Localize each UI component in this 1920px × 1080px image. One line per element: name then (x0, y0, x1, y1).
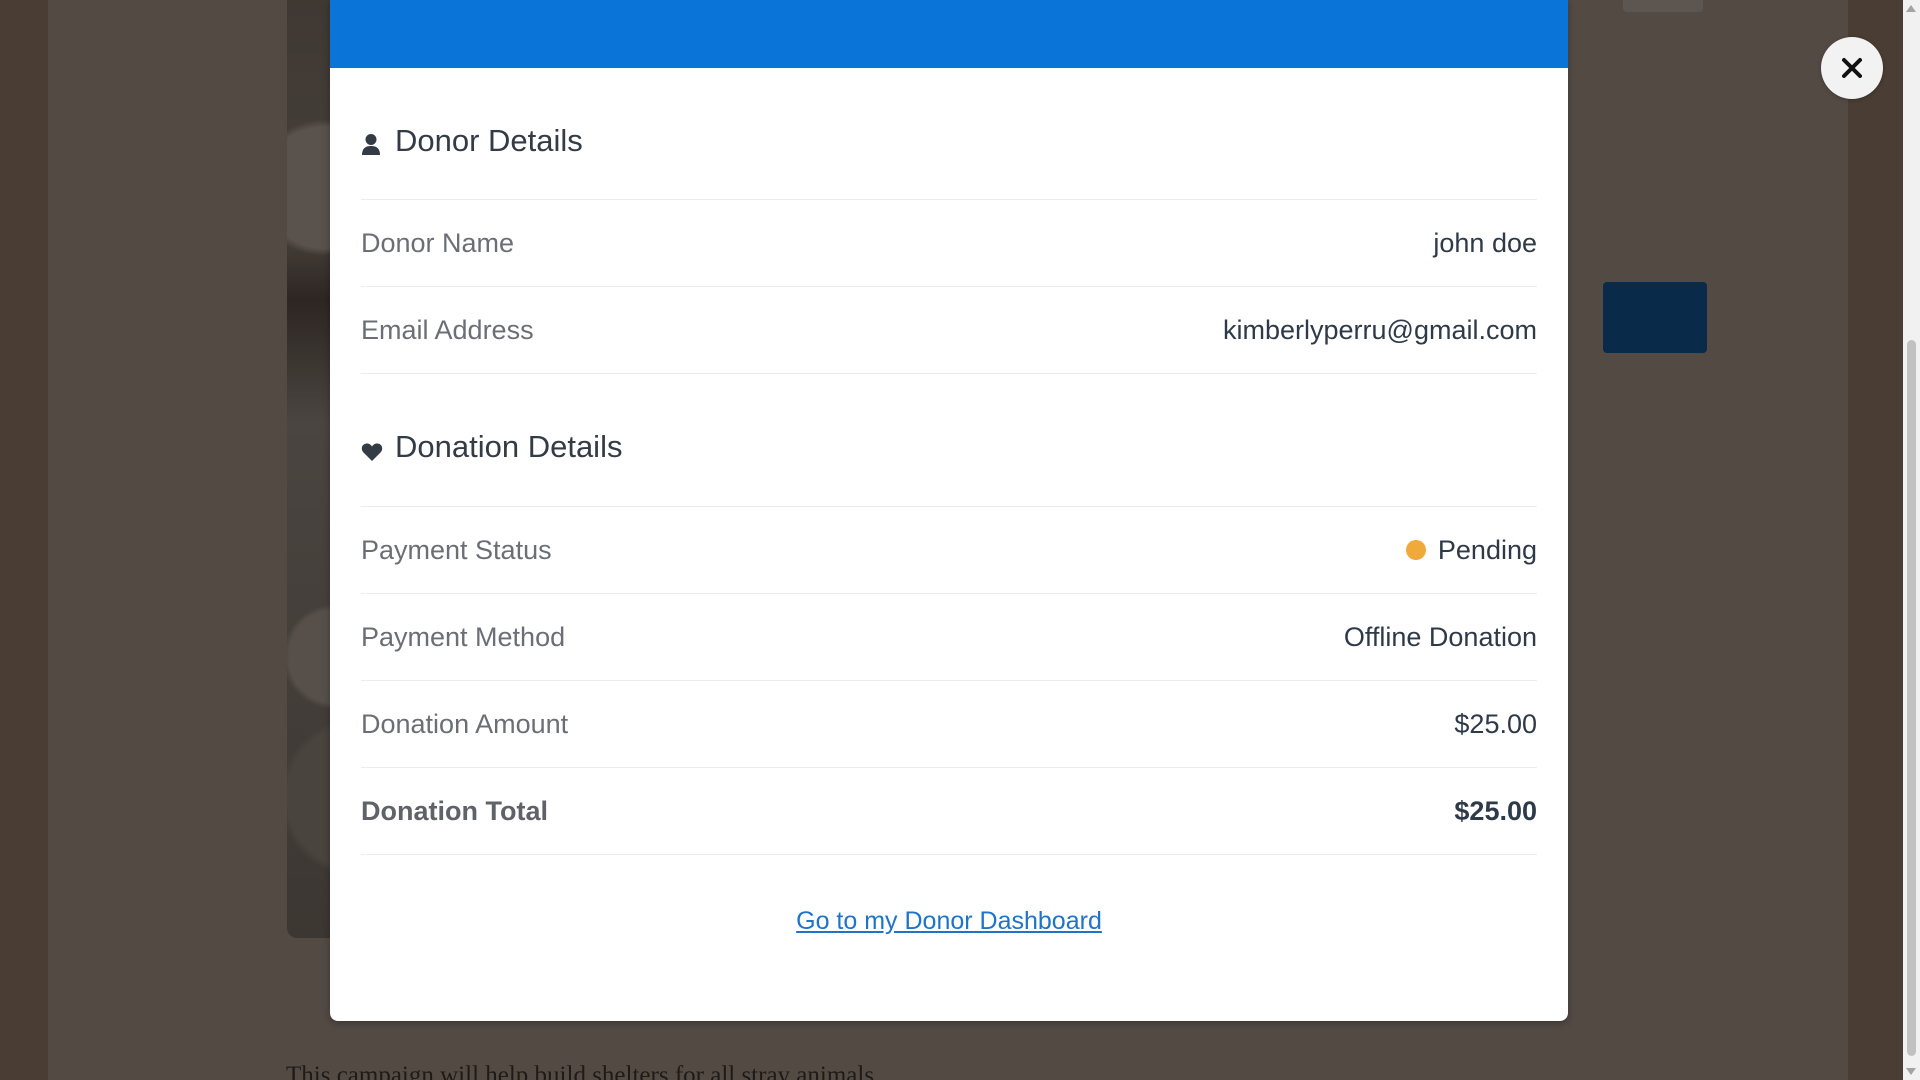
payment-status-row: Payment Status Pending (361, 507, 1537, 594)
modal-header (330, 0, 1568, 68)
payment-method-row: Payment Method Offline Donation (361, 594, 1537, 681)
scroll-thumb[interactable] (1907, 340, 1916, 1056)
status-indicator-dot (1405, 540, 1426, 560)
donation-total-row: Donation Total $25.00 (361, 768, 1537, 855)
close-icon (1842, 58, 1862, 78)
user-icon (361, 129, 383, 155)
background-bar (1623, 0, 1703, 12)
donor-dashboard-link[interactable]: Go to my Donor Dashboard (796, 907, 1102, 935)
donor-details-title: Donor Details (395, 122, 583, 158)
donation-amount-row: Donation Amount $25.00 (361, 681, 1537, 768)
donation-amount-label: Donation Amount (361, 708, 569, 739)
email-address-label: Email Address (361, 314, 534, 345)
campaign-description: This campaign will help build shelters f… (286, 1062, 881, 1080)
donation-details-title: Donation Details (395, 429, 623, 464)
email-address-value: kimberlyperru@gmail.com (1223, 314, 1537, 345)
donor-name-row: Donor Name john doe (361, 200, 1537, 287)
donor-name-value: john doe (1433, 227, 1537, 258)
email-address-row: Email Address kimberlyperru@gmail.com (361, 287, 1537, 374)
close-button[interactable] (1821, 37, 1883, 99)
payment-status-text: Pending (1437, 534, 1537, 565)
page-scrollbar[interactable] (1903, 0, 1920, 1080)
modal-body: Donor Details Donor Name john doe Email … (330, 68, 1568, 936)
payment-status-label: Payment Status (361, 534, 552, 565)
scroll-down-arrow[interactable] (1906, 1068, 1916, 1075)
donation-total-label: Donation Total (361, 795, 548, 826)
modal-footer: Go to my Donor Dashboard (361, 855, 1537, 936)
heart-icon (361, 435, 383, 461)
donation-receipt-modal: Donor Details Donor Name john doe Email … (330, 0, 1568, 1021)
donor-details-heading: Donor Details (361, 68, 1537, 200)
payment-method-label: Payment Method (361, 621, 566, 652)
donor-name-label: Donor Name (361, 227, 515, 258)
payment-status-value: Pending (1405, 534, 1537, 566)
donation-details-heading: Donation Details (361, 374, 1537, 507)
donation-total-value: $25.00 (1454, 795, 1537, 826)
background-button (1603, 282, 1707, 353)
donation-amount-value: $25.00 (1454, 708, 1537, 739)
scroll-up-arrow[interactable] (1906, 5, 1916, 12)
payment-method-value: Offline Donation (1343, 621, 1537, 652)
